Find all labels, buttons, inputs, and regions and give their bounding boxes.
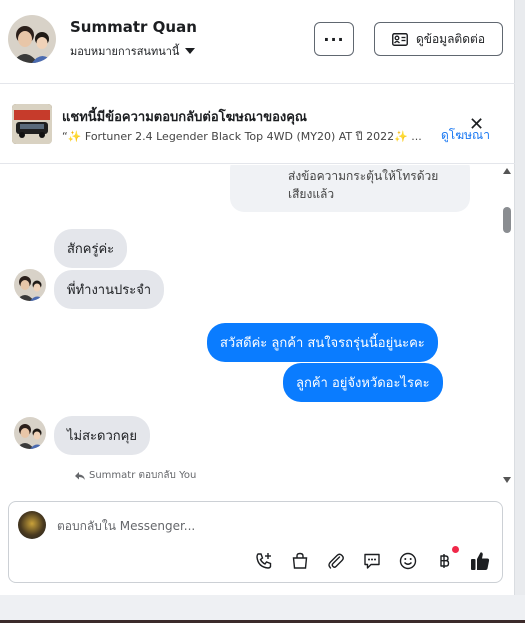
incoming-message[interactable]: พี่ทำงานประจำ [54, 270, 165, 309]
paperclip-icon[interactable] [325, 550, 347, 572]
notification-dot [452, 546, 459, 553]
ad-banner-title: แชทนี้มีข้อความตอบกลับต่อโฆษณาของคุณ [62, 110, 307, 125]
more-options-label: ··· [323, 29, 345, 49]
conversation-panel: Summatr Quan มอบหมายการสนทนานี้ ··· ดูข้… [0, 0, 515, 595]
ad-thumbnail[interactable] [12, 104, 52, 144]
avatar[interactable] [14, 269, 46, 301]
assign-dropdown[interactable]: มอบหมายการสนทนานี้ [70, 42, 196, 60]
message-composer: ตอบกลับใน Messenger... [8, 501, 503, 583]
avatar[interactable] [8, 15, 56, 63]
scroll-down-arrow[interactable] [503, 477, 511, 483]
close-icon[interactable]: ✕ [469, 114, 484, 135]
contact-card-icon [392, 32, 408, 46]
window-bottom-edge [0, 595, 525, 623]
reply-arrow-icon [75, 471, 85, 480]
page-avatar [18, 511, 46, 539]
reply-input[interactable]: ตอบกลับใน Messenger... [57, 517, 195, 536]
reply-indicator-text: Summatr ตอบกลับ You [89, 470, 197, 481]
system-message-line: ส่งข้อความกระตุ้นให้โทรด้วย [288, 169, 439, 183]
contact-name: Summatr Quan [70, 18, 197, 36]
phone-plus-icon[interactable] [253, 550, 275, 572]
smile-icon[interactable] [397, 550, 419, 572]
system-message: ส่งข้อความกระตุ้นให้โทรด้วย เสียงแล้ว [230, 165, 470, 212]
outgoing-message[interactable]: สวัสดีค่ะ ลูกค้า สนใจรถรุ่นนี้อยู่นะคะ [207, 323, 438, 362]
caret-down-icon [185, 48, 196, 54]
ad-banner-subtitle: “✨ Fortuner 2.4 Legender Black Top 4WD (… [62, 130, 422, 143]
message-scrollbar[interactable] [500, 165, 515, 490]
view-contact-label: ดูข้อมูลติดต่อ [415, 31, 486, 46]
view-contact-button[interactable]: ดูข้อมูลติดต่อ [374, 22, 503, 56]
outgoing-message[interactable]: ลูกค้า อยู่จังหวัดอะไรคะ [283, 363, 443, 402]
assign-label: มอบหมายการสนทนานี้ [70, 45, 180, 58]
reply-indicator: Summatr ตอบกลับ You [74, 468, 196, 483]
ad-reply-banner: แชทนี้มีข้อความตอบกลับต่อโฆษณาของคุณ “✨ … [0, 84, 515, 164]
chat-bubble-icon[interactable] [361, 550, 383, 572]
more-options-button[interactable]: ··· [314, 22, 354, 56]
incoming-message[interactable]: สักครู่ค่ะ [54, 229, 128, 268]
shopping-bag-icon[interactable] [289, 550, 311, 572]
conversation-header: Summatr Quan มอบหมายการสนทนานี้ ··· ดูข้… [0, 0, 515, 84]
avatar[interactable] [14, 417, 46, 449]
scroll-up-arrow[interactable] [503, 168, 511, 174]
scroll-thumb[interactable] [503, 207, 511, 233]
system-message-line: เสียงแล้ว [288, 187, 335, 201]
baht-icon[interactable] [433, 550, 455, 572]
message-list: ส่งข้อความกระตุ้นให้โทรด้วย เสียงแล้ว สั… [0, 165, 515, 490]
incoming-message[interactable]: ไม่สะดวกคุย [54, 416, 150, 455]
thumbs-up-icon[interactable] [469, 550, 491, 572]
